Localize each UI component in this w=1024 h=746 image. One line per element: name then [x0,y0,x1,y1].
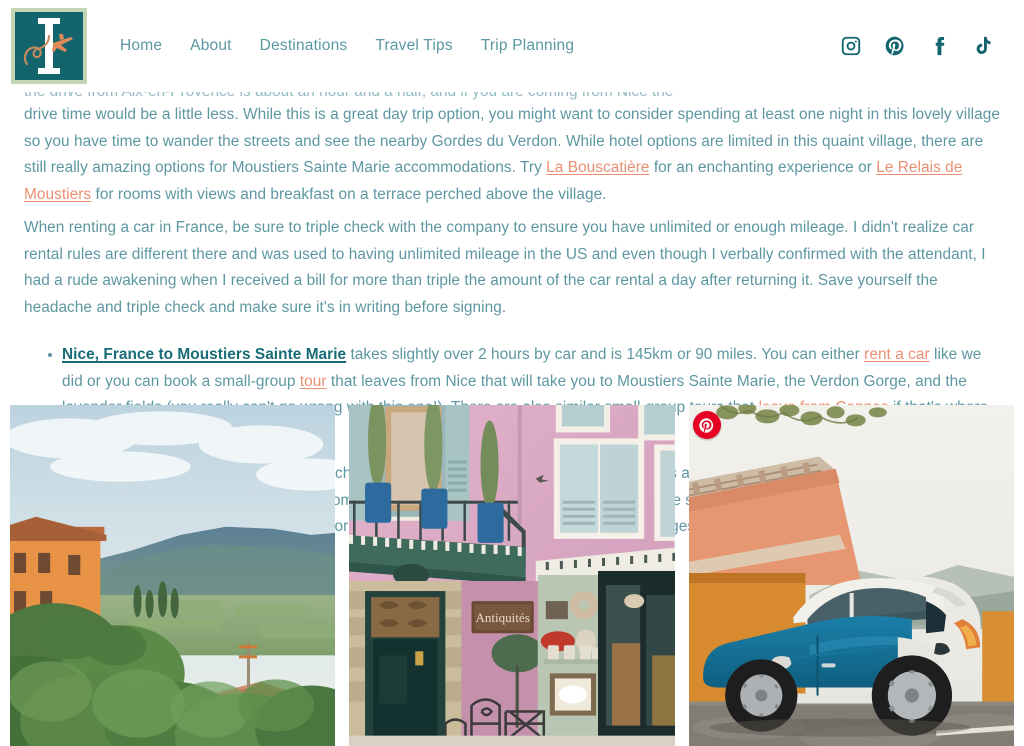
link-nice-to-moustiers[interactable]: Nice, France to Moustiers Sainte Marie [62,346,346,363]
pinterest-icon[interactable] [884,35,906,57]
tiktok-icon[interactable] [972,35,994,57]
pinterest-save-button[interactable] [692,411,721,439]
provence-valley-artwork [10,405,336,746]
pinterest-save-icon [699,417,714,433]
nav-item-home[interactable]: Home [120,37,162,55]
nav-item-destinations[interactable]: Destinations [260,37,348,55]
provence-valley-photo[interactable] [10,405,336,746]
clipped-line-text: the drive from Aix-en-Provence is about … [24,92,1000,102]
paragraph-one: drive time would be a little less. While… [24,102,1000,208]
logo-artwork [15,12,83,80]
page-root: Home About Destinations Travel Tips Trip… [0,0,1024,746]
instagram-icon[interactable] [840,35,862,57]
nav-item-travel-tips[interactable]: Travel Tips [375,37,452,55]
antiques-sign-text: Antiquités [476,610,530,625]
link-tour[interactable]: tour [300,373,327,390]
link-la-bouscatiere[interactable]: La Bouscatière [546,159,649,176]
bullet-one-part-1: takes slightly over 2 hours by car and i… [346,346,865,363]
site-header: Home About Destinations Travel Tips Trip… [0,0,1024,92]
clipped-previous-line: the drive from Aix-en-Provence is about … [24,92,1000,102]
smart-car-artwork [688,405,1014,746]
paragraph-one-part-3: for rooms with views and breakfast on a … [91,185,607,203]
site-logo[interactable] [8,5,90,87]
logo-mark [11,8,87,84]
link-rent-a-car[interactable]: rent a car [864,346,930,363]
blue-smart-car-photo[interactable] [688,405,1014,746]
paragraph-one-part-2: for an enchanting experience or [649,159,877,176]
photo-gallery: Antiquités [10,405,1014,746]
nav-item-trip-planning[interactable]: Trip Planning [481,37,574,55]
pink-facade-antiques-shop-photo[interactable]: Antiquités [349,405,675,746]
facebook-icon[interactable] [928,35,950,57]
pink-facade-artwork: Antiquités [349,405,675,746]
social-links [840,35,1000,57]
paragraph-two: When renting a car in France, be sure to… [24,219,986,316]
nav-item-about[interactable]: About [190,37,232,55]
primary-nav: Home About Destinations Travel Tips Trip… [120,37,574,55]
